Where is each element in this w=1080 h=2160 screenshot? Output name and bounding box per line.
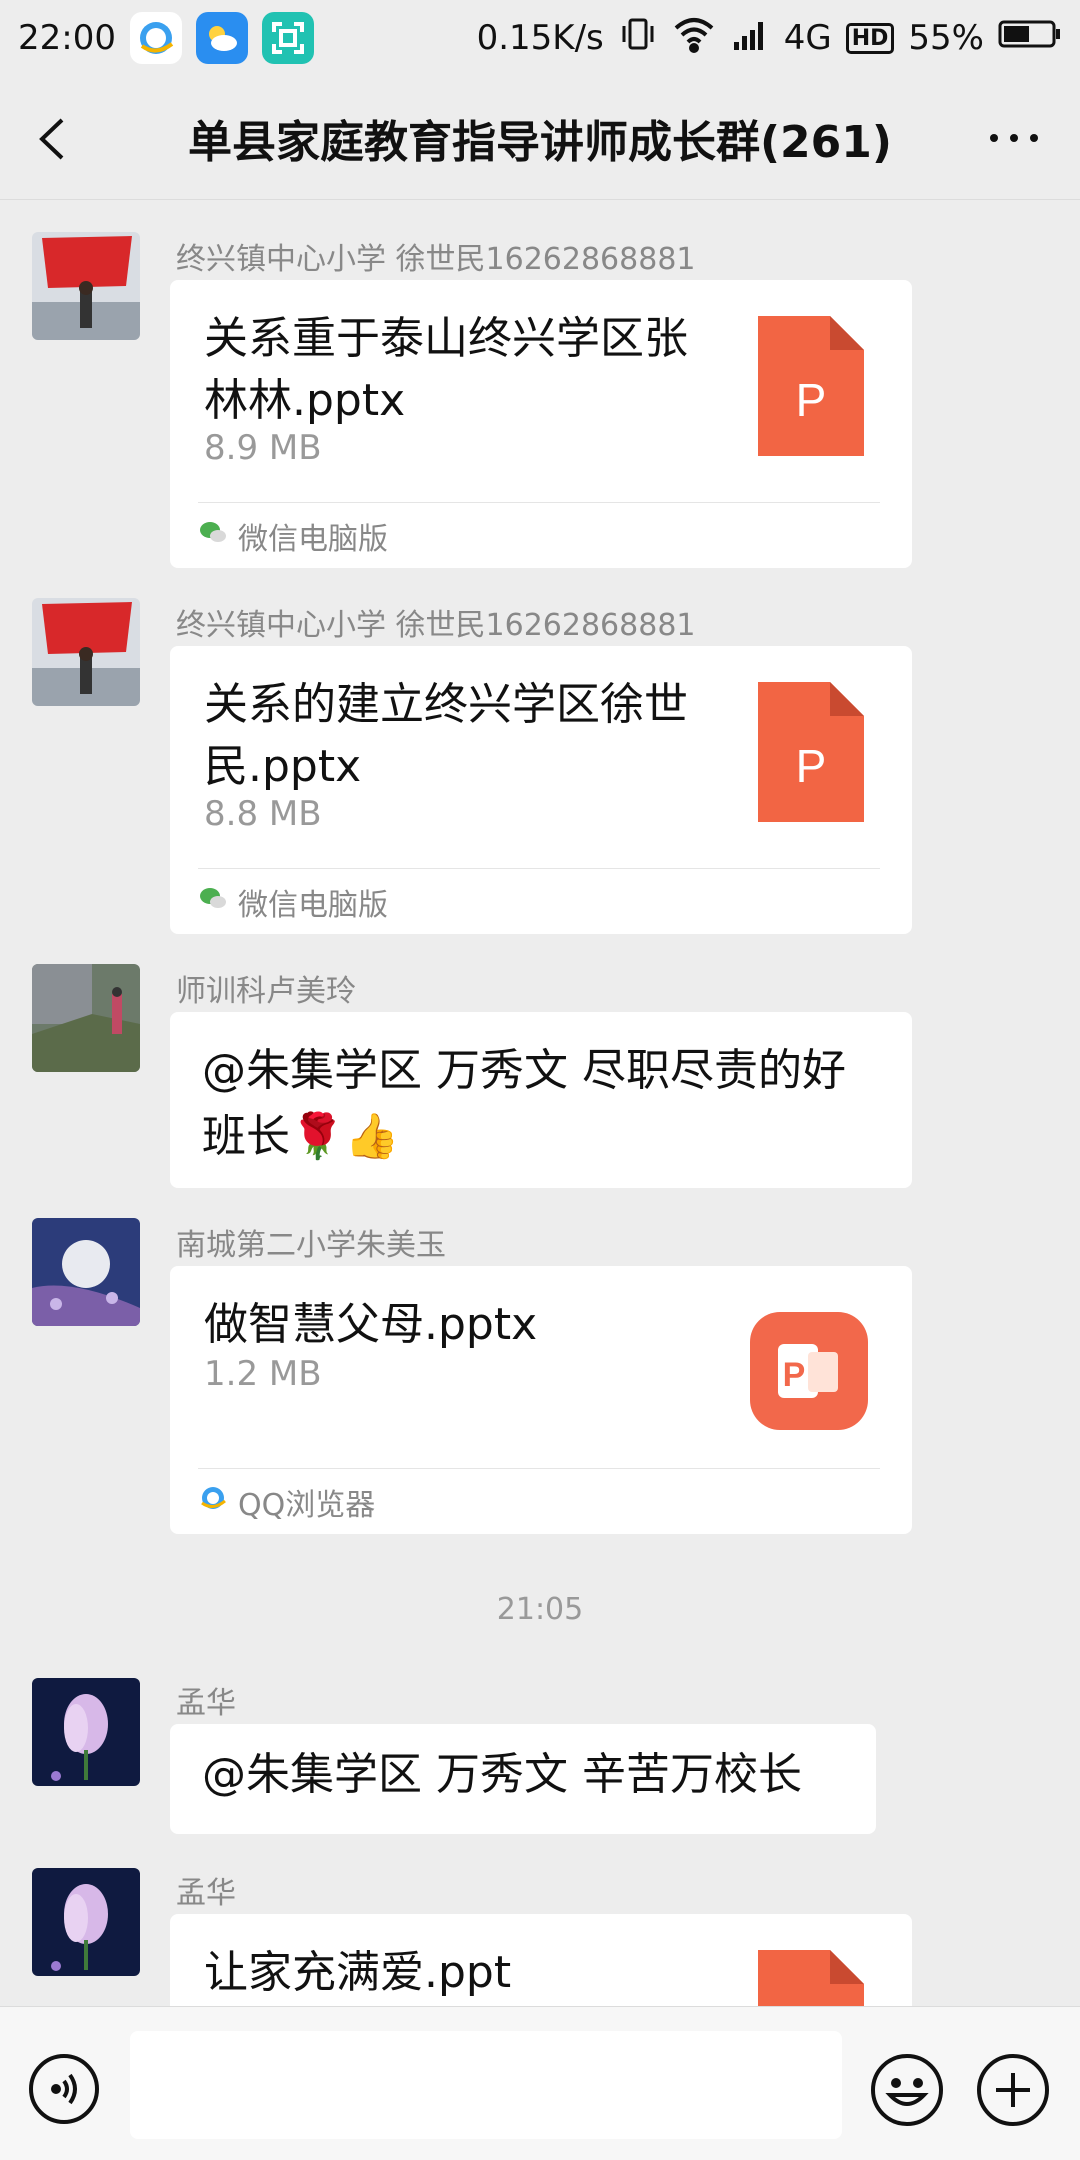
chat-timestamp: 21:05 — [496, 1592, 584, 1627]
browser-app-icon — [129, 12, 182, 64]
emoji-icon — [871, 2054, 943, 2126]
chat-header: 单县家庭教育指导讲师成长群(261) — [0, 76, 1080, 200]
ppt-file-icon: P — [758, 316, 864, 460]
file-source: QQ浏览器 — [198, 1468, 880, 1534]
sender-name: 终兴镇中心小学 徐世民16262868881 — [176, 608, 696, 643]
more-button[interactable] — [984, 118, 1044, 158]
net-speed: 0.15K/s — [476, 18, 604, 58]
file-size: 1.2 MB — [204, 1354, 322, 1394]
emoji-button[interactable] — [870, 2053, 944, 2127]
file-name: 关系的建立终兴学区徐世民.pptx — [204, 679, 688, 792]
hd-icon: HD — [845, 22, 895, 54]
avatar[interactable] — [32, 1868, 140, 1976]
wechat-icon — [198, 517, 228, 555]
battery-percent: 55% — [908, 18, 984, 58]
file-name: 做智慧父母.pptx — [204, 1299, 538, 1350]
more-dots-icon — [990, 134, 1038, 142]
wifi-icon — [672, 14, 716, 63]
file-source-label: QQ浏览器 — [238, 1487, 376, 1523]
text-message-bubble[interactable]: @朱集学区 万秀文 尽职尽责的好班长🌹👍 — [170, 1012, 912, 1188]
ppt-file-icon: P — [758, 682, 864, 826]
sender-name: 孟华 — [176, 1686, 236, 1721]
status-time: 22:00 — [18, 18, 116, 58]
file-message-bubble[interactable]: 让家充满爱.ppt — [170, 1914, 912, 2006]
file-size: 8.8 MB — [204, 794, 322, 834]
file-source: 微信电脑版 — [198, 868, 880, 934]
svg-text:P: P — [783, 1356, 806, 1394]
file-name: 关系重于泰山终兴学区张林林.pptx — [204, 313, 688, 426]
voice-button[interactable] — [28, 2053, 100, 2125]
chat-message-list[interactable]: 终兴镇中心小学 徐世民16262868881 关系重于泰山终兴学区张林林.ppt… — [0, 200, 1080, 2006]
file-source-label: 微信电脑版 — [238, 887, 388, 923]
powerpoint-app-icon: P — [750, 1312, 868, 1434]
avatar[interactable] — [32, 1678, 140, 1786]
file-message-bubble[interactable]: 关系的建立终兴学区徐世民.pptx 8.8 MB P 微信电脑版 — [170, 646, 912, 934]
chat-title: 单县家庭教育指导讲师成长群(261) — [187, 116, 893, 168]
avatar[interactable] — [32, 232, 140, 340]
file-size: 8.9 MB — [204, 428, 322, 468]
signal-icon — [730, 14, 770, 63]
battery-icon — [998, 18, 1062, 59]
scan-app-icon — [261, 12, 314, 64]
sender-name: 南城第二小学朱美玉 — [176, 1228, 446, 1263]
sender-name: 终兴镇中心小学 徐世民16262868881 — [176, 242, 696, 277]
ppt-file-icon — [758, 1950, 864, 2006]
back-button[interactable] — [34, 114, 74, 164]
message-text: @朱集学区 万秀文 尽职尽责的好班长🌹👍 — [202, 1045, 846, 1162]
file-source: 微信电脑版 — [198, 502, 880, 568]
voice-icon — [29, 2054, 99, 2124]
vibrate-icon — [618, 14, 658, 63]
more-functions-button[interactable] — [976, 2053, 1050, 2127]
back-arrow-icon — [39, 118, 64, 160]
message-input[interactable] — [130, 2031, 842, 2139]
svg-text:P: P — [796, 740, 827, 792]
chat-input-bar — [0, 2006, 1080, 2160]
avatar[interactable] — [32, 1218, 140, 1326]
file-source-label: 微信电脑版 — [238, 521, 388, 557]
status-bar: 22:00 0.15K/s 4G HD 55% — [0, 0, 1080, 76]
svg-text:P: P — [796, 374, 827, 426]
sender-name: 师训科卢美玲 — [176, 974, 356, 1009]
file-message-bubble[interactable]: 关系重于泰山终兴学区张林林.pptx 8.9 MB P 微信电脑版 — [170, 280, 912, 568]
avatar[interactable] — [32, 964, 140, 1072]
sender-name: 孟华 — [176, 1876, 236, 1911]
weather-app-icon — [195, 12, 248, 64]
network-type: 4G — [783, 18, 832, 58]
wechat-icon — [198, 883, 228, 921]
file-name: 让家充满爱.ppt — [204, 1947, 512, 1998]
plus-icon — [977, 2054, 1049, 2126]
text-message-bubble[interactable]: @朱集学区 万秀文 辛苦万校长 — [170, 1724, 876, 1834]
avatar[interactable] — [32, 598, 140, 706]
qq-browser-icon — [198, 1483, 228, 1521]
file-message-bubble[interactable]: 做智慧父母.pptx 1.2 MB P QQ浏览器 — [170, 1266, 912, 1534]
message-text: @朱集学区 万秀文 辛苦万校长 — [202, 1749, 802, 1800]
